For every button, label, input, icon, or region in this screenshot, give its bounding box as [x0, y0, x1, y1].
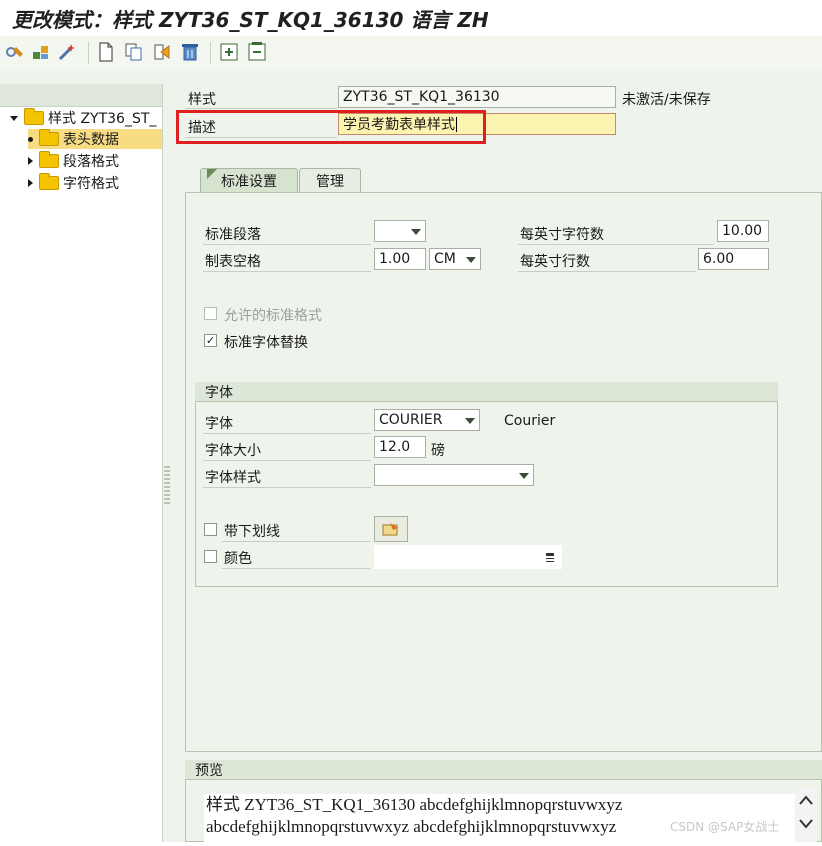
window-title: 更改模式：样式 ZYT36_ST_KQ1_36130 语言 ZH — [12, 8, 489, 32]
allowed-formats-label: 允许的标准格式 — [224, 308, 322, 324]
expanded-arrow-icon[interactable] — [10, 115, 18, 121]
tree-item-label: 字符格式 — [63, 176, 119, 192]
watermark: CSDN @SAP女战士 — [670, 820, 780, 834]
label-underline — [222, 541, 370, 542]
value-help-icon[interactable] — [546, 553, 554, 564]
label-underline — [203, 271, 371, 272]
tab-standard-settings[interactable]: 标准设置 — [200, 168, 298, 192]
font-style-label: 字体样式 — [205, 470, 261, 486]
move-icon[interactable] — [151, 41, 173, 63]
unit-value: CM — [434, 251, 456, 267]
pane-splitter[interactable] — [164, 466, 170, 506]
status-text: 未激活/未保存 — [622, 92, 711, 108]
highlight-box — [176, 110, 486, 144]
magic-wand-icon[interactable] — [56, 41, 78, 63]
toolbar-separator — [88, 42, 89, 64]
label-underline — [203, 487, 371, 488]
font-family-dropdown[interactable]: COURIER — [374, 409, 480, 431]
scroll-down-icon[interactable] — [799, 819, 813, 829]
color-label: 颜色 — [224, 551, 252, 567]
label-underline — [203, 460, 371, 461]
activate-icon[interactable] — [30, 41, 52, 63]
font-replace-checkbox[interactable]: ✓ — [204, 334, 217, 347]
preview-title: 预览 — [185, 760, 822, 780]
font-family-description: Courier — [504, 413, 556, 429]
chevron-down-icon[interactable] — [411, 229, 421, 235]
new-document-icon[interactable] — [95, 41, 117, 63]
label-underline — [203, 244, 371, 245]
copy-icon[interactable] — [123, 41, 145, 63]
tree-item-label: 段落格式 — [63, 154, 119, 170]
preview-line: 样式 ZYT36_ST_KQ1_36130 abcdefghijklmnopqr… — [206, 795, 623, 814]
scroll-up-icon[interactable] — [799, 795, 813, 805]
checkmark-icon: ✓ — [205, 334, 216, 347]
display-change-icon[interactable] — [4, 41, 26, 63]
cpi-input[interactable]: 10.00 — [717, 220, 769, 242]
toolbar-separator — [210, 42, 211, 64]
font-size-unit: 磅 — [431, 443, 445, 459]
allowed-formats-checkbox[interactable] — [204, 307, 217, 320]
std-paragraph-label: 标准段落 — [205, 227, 261, 243]
tab-label: 标准设置 — [221, 173, 277, 190]
tab-corner-mark — [207, 169, 217, 179]
font-style-dropdown[interactable] — [374, 464, 534, 486]
style-name-field[interactable]: ZYT36_ST_KQ1_36130 — [338, 86, 616, 108]
navigation-tree — [0, 84, 163, 842]
label-underline — [222, 568, 370, 569]
color-input[interactable] — [374, 545, 562, 569]
tree-item-paragraph-formats[interactable]: 段落格式 — [28, 151, 119, 171]
delete-icon[interactable] — [179, 41, 201, 63]
font-family-value: COURIER — [379, 412, 443, 428]
label-underline — [203, 433, 371, 434]
label-underline — [185, 108, 337, 109]
bullet-icon — [28, 136, 33, 142]
folder-icon — [39, 173, 59, 190]
tree-item-header-data[interactable]: 表头数据 — [28, 129, 162, 149]
underline-label: 带下划线 — [224, 524, 280, 540]
label-underline — [518, 271, 696, 272]
font-size-label: 字体大小 — [205, 443, 261, 459]
font-size-input[interactable]: 12.0 — [374, 436, 426, 458]
chevron-down-icon[interactable] — [466, 257, 476, 263]
std-paragraph-dropdown[interactable] — [374, 220, 426, 242]
tree-item-character-formats[interactable]: 字符格式 — [28, 173, 119, 193]
folder-icon — [39, 151, 59, 168]
expand-icon[interactable] — [218, 41, 240, 63]
underline-details-button[interactable] — [374, 516, 408, 542]
tree-item-label: 样式 ZYT36_ST_ — [48, 111, 157, 127]
folder-icon — [39, 129, 59, 146]
collapsed-arrow-icon[interactable] — [28, 179, 33, 187]
tree-header — [0, 84, 162, 107]
application-toolbar — [0, 36, 822, 71]
chevron-down-icon[interactable] — [465, 418, 475, 424]
tree-item-style-root[interactable]: 样式 ZYT36_ST_ — [10, 108, 156, 128]
tree-item-label: 表头数据 — [63, 132, 119, 148]
title-bar: 更改模式：样式 ZYT36_ST_KQ1_36130 语言 ZH — [0, 0, 822, 36]
tab-spacing-unit-dropdown[interactable]: CM — [429, 248, 481, 270]
cpi-label: 每英寸字符数 — [520, 227, 604, 243]
lpi-label: 每英寸行数 — [520, 254, 590, 270]
collapse-icon[interactable] — [246, 41, 268, 63]
tab-administration[interactable]: 管理 — [299, 168, 361, 192]
label-underline — [518, 244, 714, 245]
folder-icon — [24, 108, 44, 125]
font-family-label: 字体 — [205, 416, 233, 432]
tab-label: 管理 — [316, 173, 344, 190]
lpi-input[interactable]: 6.00 — [698, 248, 769, 270]
preview-scrollbar[interactable] — [795, 788, 817, 842]
underline-checkbox[interactable] — [204, 523, 217, 536]
details-icon — [382, 523, 398, 536]
tab-spacing-input[interactable]: 1.00 — [374, 248, 426, 270]
tab-spacing-label: 制表空格 — [205, 254, 261, 270]
color-checkbox[interactable] — [204, 550, 217, 563]
font-replace-label: 标准字体替换 — [224, 335, 308, 351]
collapsed-arrow-icon[interactable] — [28, 157, 33, 165]
chevron-down-icon[interactable] — [519, 473, 529, 479]
style-label: 样式 — [188, 92, 216, 108]
font-group-title: 字体 — [195, 382, 778, 402]
